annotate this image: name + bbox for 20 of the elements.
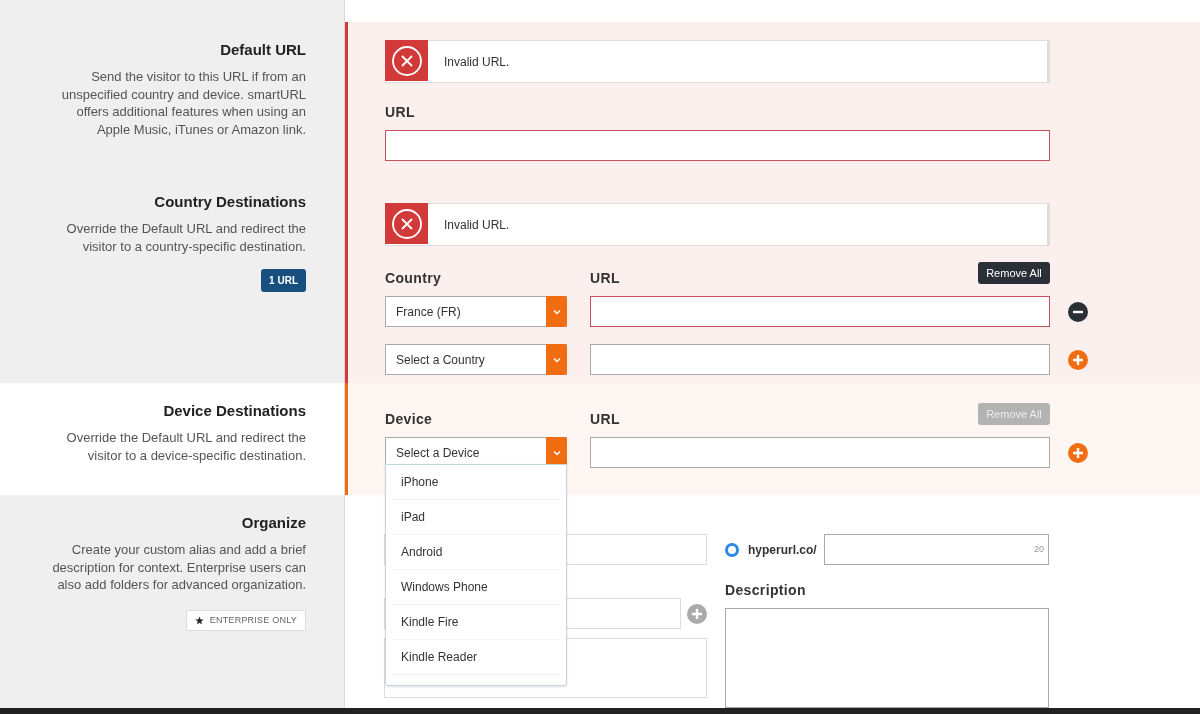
character-counter: 20 (1034, 542, 1044, 556)
section-description: Create your custom alias and add a brief description for context. Enterprise users can also add folders for advanced organization. (51, 541, 306, 594)
column-label: Country (385, 270, 442, 287)
alias-prefix: hyperurl.co/ (748, 541, 817, 559)
section-title: Device Destinations (163, 401, 306, 422)
field-label: URL (385, 104, 415, 120)
error-message: Invalid URL. (444, 53, 510, 71)
section-title: Country Destinations (154, 192, 306, 212)
enterprise-badge: ENTERPRISE ONLY (185, 609, 306, 631)
section-title: Organize (241, 513, 306, 533)
section-description: Override the Default URL and redirect the visitor to a device-specific destination. (65, 429, 306, 465)
column-label: Device (385, 411, 433, 428)
column-label: URL (590, 270, 620, 287)
section-description: Send the visitor to this URL if from an unspecified country and device. smartURL offers additional features when using an Apple Music, iTunes or Amazon link. (60, 68, 306, 138)
section-title: Default URL (220, 40, 306, 60)
error-message: Invalid URL. (444, 216, 510, 234)
count-badge: 1 URL (261, 269, 306, 292)
section-description: Override the Default URL and redirect the visitor to a country-specific destination. (65, 220, 306, 255)
field-label: Description (725, 582, 806, 598)
column-label: URL (590, 411, 620, 428)
